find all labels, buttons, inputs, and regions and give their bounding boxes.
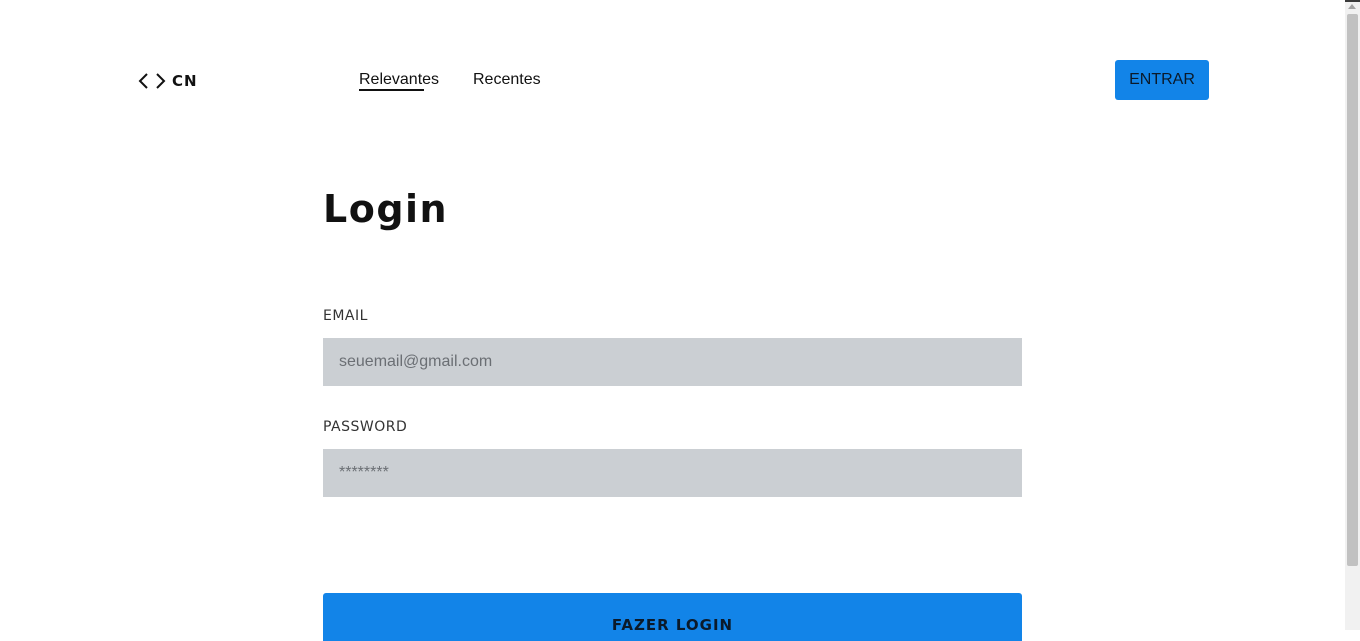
scrollbar-thumb[interactable] xyxy=(1347,14,1358,566)
email-label: EMAIL xyxy=(323,308,368,324)
code-brackets-icon xyxy=(138,71,166,91)
password-label: PASSWORD xyxy=(323,419,408,435)
vertical-scrollbar[interactable] xyxy=(1345,2,1360,630)
page-title: Login xyxy=(323,187,449,231)
login-submit-button[interactable]: FAZER LOGIN xyxy=(323,593,1022,641)
scroll-up-arrow-icon[interactable] xyxy=(1348,4,1356,9)
nav-relevantes[interactable]: Relevantes xyxy=(359,70,439,90)
email-field[interactable] xyxy=(323,338,1022,386)
nav-active-underline xyxy=(359,89,424,91)
nav-recentes[interactable]: Recentes xyxy=(473,70,541,90)
entrar-button[interactable]: ENTRAR xyxy=(1115,60,1209,100)
logo[interactable]: CN xyxy=(138,70,198,92)
logo-text: CN xyxy=(172,72,198,90)
login-submit-label: FAZER LOGIN xyxy=(611,615,734,634)
page: CN Relevantes Recentes ENTRAR Login EMAI… xyxy=(0,0,1345,641)
password-field[interactable] xyxy=(323,449,1022,497)
